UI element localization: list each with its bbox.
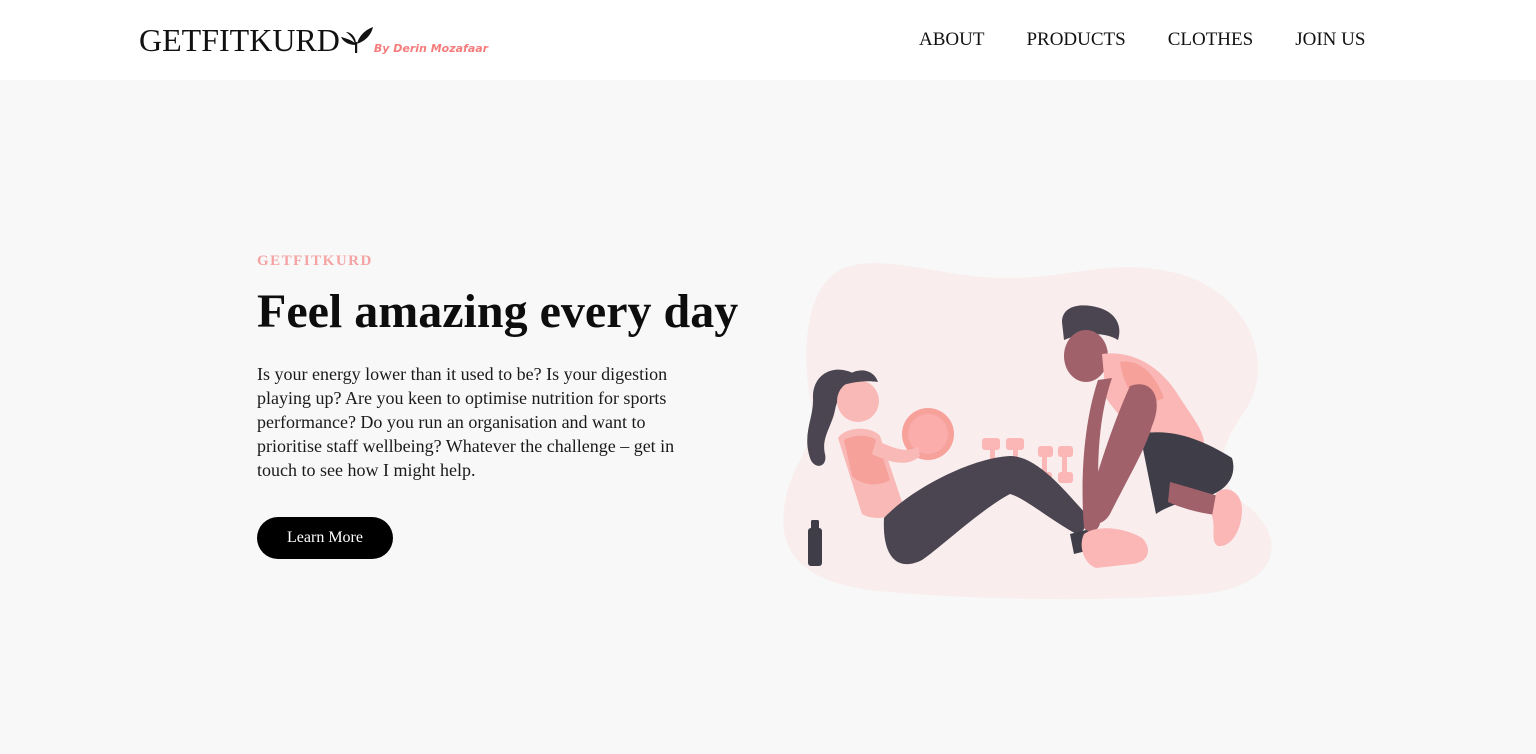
main-nav: ABOUT PRODUCTS CLOTHES JOIN US — [919, 28, 1365, 52]
hero-description: Is your energy lower than it used to be?… — [257, 364, 675, 480]
logo[interactable]: GETFITKURD By Derin Mozafaar — [139, 22, 488, 58]
fitness-workout-illustration — [783, 263, 1272, 600]
nav-clothes[interactable]: CLOTHES — [1168, 28, 1254, 52]
nav-join-us[interactable]: JOIN US — [1295, 28, 1365, 52]
nav-products[interactable]: PRODUCTS — [1026, 28, 1125, 52]
hero-title: Feel amazing every day — [257, 285, 739, 338]
logo-text: GETFITKURD — [139, 22, 340, 58]
leaf-icon — [340, 27, 373, 53]
nav-about[interactable]: ABOUT — [919, 28, 984, 52]
hero-eyebrow: GETFITKURD — [257, 253, 373, 269]
logo-byline: By Derin Mozafaar — [373, 42, 489, 55]
learn-more-button[interactable]: Learn More — [257, 517, 393, 559]
site-header: GETFITKURD By Derin Mozafaar ABOUT PRODU… — [0, 0, 1536, 80]
